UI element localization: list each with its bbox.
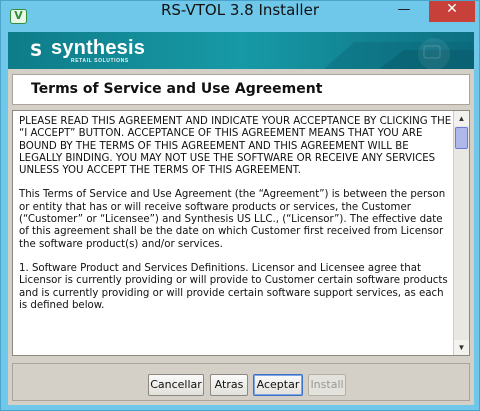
agreement-text-area[interactable]: PLEASE READ THIS AGREEMENT AND INDICATE … bbox=[12, 110, 470, 356]
agreement-paragraph: This Terms of Service and Use Agreement … bbox=[19, 189, 446, 250]
close-icon[interactable]: ✕ bbox=[429, 1, 475, 22]
logo-text: synthesis bbox=[51, 37, 146, 59]
cancel-button[interactable]: Cancellar bbox=[148, 374, 204, 396]
agreement-paragraph: PLEASE READ THIS AGREEMENT AND INDICATE … bbox=[19, 116, 452, 177]
banner-decoration-icon bbox=[324, 38, 474, 69]
page-title: Terms of Service and Use Agreement bbox=[31, 81, 323, 97]
synthesis-logo-icon: S bbox=[30, 41, 43, 61]
installer-content: S synthesis RETAIL SOLUTIONS Terms of Se… bbox=[8, 32, 474, 405]
accept-button[interactable]: Aceptar bbox=[253, 374, 303, 396]
installer-window: V RS-VTOL 3.8 Installer — ☐ ✕ S synthesi… bbox=[0, 0, 480, 411]
logo-subtext: RETAIL SOLUTIONS bbox=[71, 58, 129, 64]
minimize-icon[interactable]: — bbox=[391, 2, 417, 22]
heading-panel: Terms of Service and Use Agreement bbox=[12, 74, 470, 105]
agreement-paragraph: 1. Software Product and Services Definit… bbox=[19, 262, 448, 311]
install-button: Install bbox=[308, 374, 346, 396]
title-bar[interactable]: V RS-VTOL 3.8 Installer — ☐ ✕ bbox=[1, 1, 479, 32]
vertical-scrollbar[interactable]: ▲ ▼ bbox=[453, 111, 469, 355]
button-bar: Cancellar Atras Aceptar Install bbox=[12, 363, 470, 401]
scroll-thumb[interactable] bbox=[455, 127, 468, 149]
scroll-down-icon[interactable]: ▼ bbox=[454, 340, 469, 355]
agreement-text: PLEASE READ THIS AGREEMENT AND INDICATE … bbox=[19, 116, 452, 354]
scroll-up-icon[interactable]: ▲ bbox=[454, 111, 469, 126]
banner: S synthesis RETAIL SOLUTIONS bbox=[8, 32, 474, 69]
back-button[interactable]: Atras bbox=[210, 374, 248, 396]
